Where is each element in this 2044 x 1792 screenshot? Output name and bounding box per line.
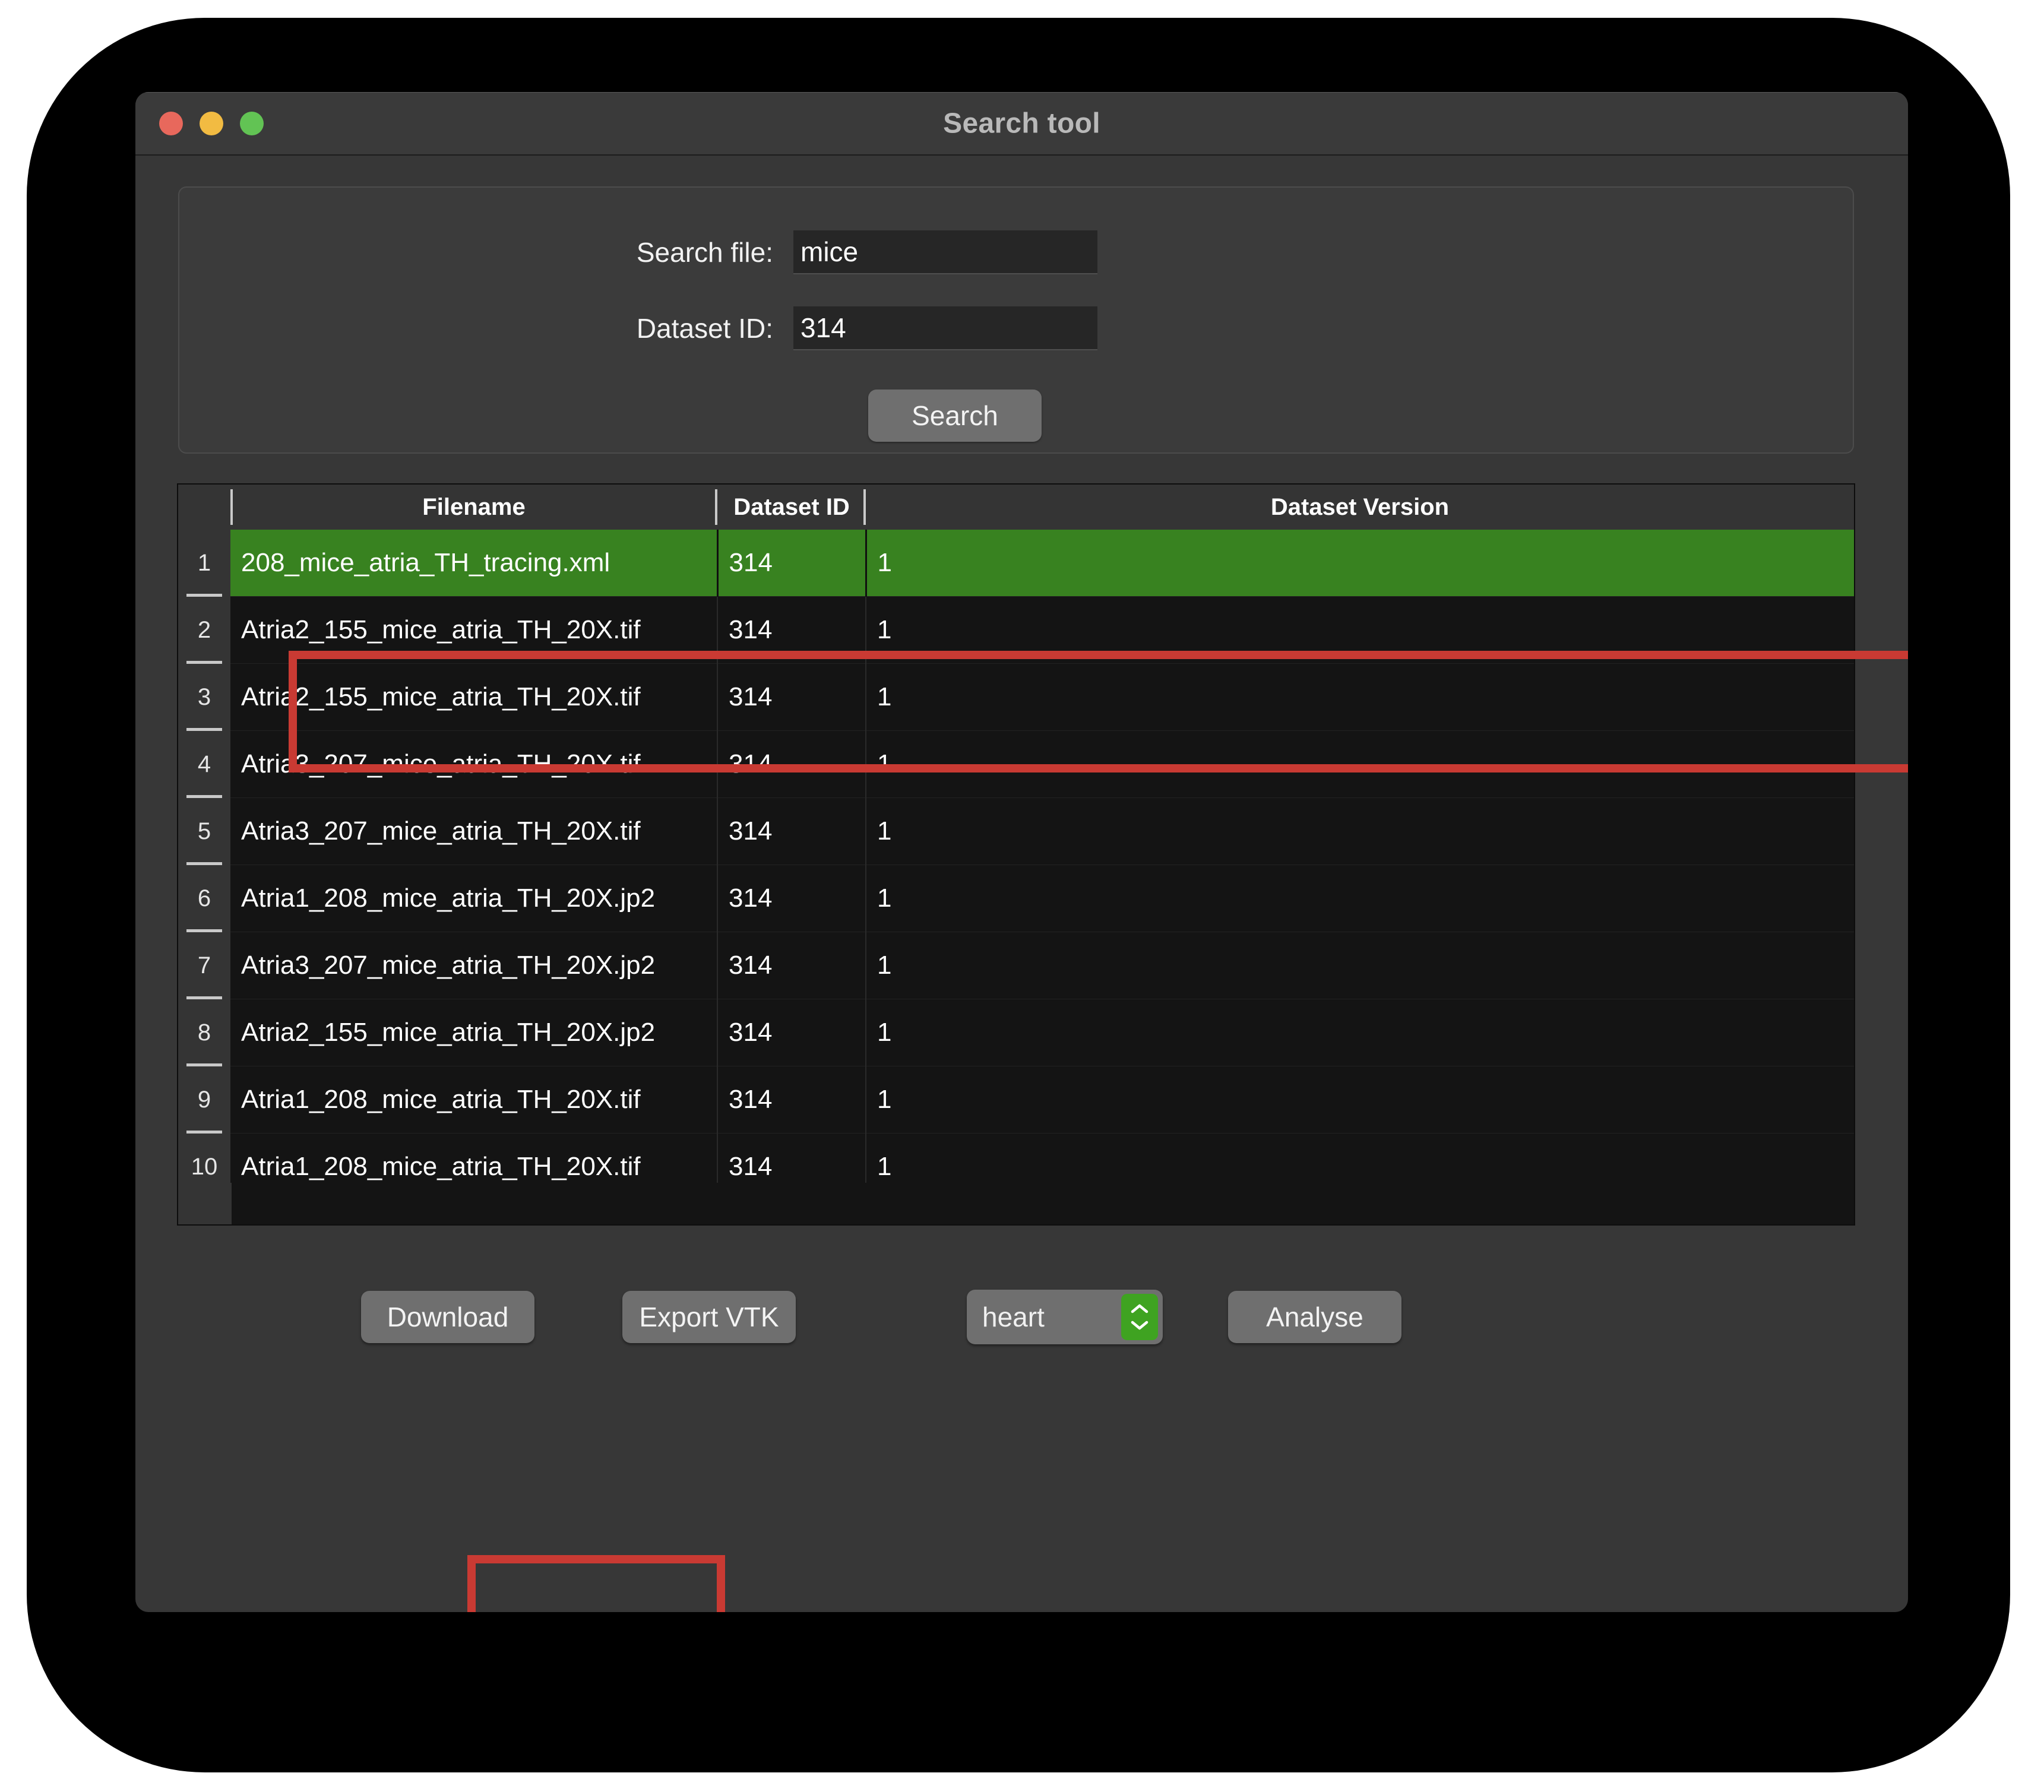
table-row[interactable]: 1 208_mice_atria_TH_tracing.xml 314 1 [178,530,1854,597]
cell-dataset-version[interactable]: 1 [865,596,1854,664]
table-row[interactable]: 4 Atria3_207_mice_atria_TH_20X.tif 314 1 [178,730,1854,798]
cell-dataset-id[interactable]: 314 [717,999,866,1066]
results-table[interactable]: Filename Dataset ID Dataset Version 1 208… [177,483,1855,1226]
cell-dataset-id[interactable]: 314 [717,797,866,865]
column-header-label: Dataset Version [1270,493,1450,520]
cell-dataset-id[interactable]: 314 [717,865,866,932]
cell-dataset-version[interactable]: 1 [865,530,1854,597]
cell-filename[interactable]: Atria3_207_mice_atria_TH_20X.jp2 [230,932,717,999]
table-row[interactable]: 3 Atria2_155_mice_atria_TH_20X.tif 314 1 [178,663,1854,731]
cell-dataset-version[interactable]: 1 [865,730,1854,798]
cell-filename[interactable]: Atria2_155_mice_atria_TH_20X.tif [230,663,717,731]
cell-filename[interactable]: Atria1_208_mice_atria_TH_20X.jp2 [230,865,717,932]
column-header-filename[interactable]: Filename [230,485,717,530]
row-number-cell[interactable]: 1 [178,530,230,597]
table-row[interactable]: 9 Atria1_208_mice_atria_TH_20X.tif 314 1 [178,1066,1854,1134]
search-file-input[interactable] [793,230,1097,274]
cell-dataset-id[interactable]: 314 [717,663,866,731]
cell-dataset-id[interactable]: 314 [717,596,866,664]
table-row[interactable]: 2 Atria2_155_mice_atria_TH_20X.tif 314 1 [178,596,1854,664]
window-titlebar: Search tool [135,92,1908,156]
cell-dataset-version[interactable]: 1 [865,797,1854,865]
dataset-id-label: Dataset ID: [636,313,773,344]
row-number-cell[interactable]: 5 [178,797,230,865]
download-button[interactable]: Download [361,1291,534,1343]
search-form-groupbox: Search file: Dataset ID: Search [178,186,1854,454]
row-number-cell[interactable]: 7 [178,932,230,999]
dataset-id-row: Dataset ID: [559,306,1097,350]
column-header-dataset-id[interactable]: Dataset ID [717,485,866,530]
row-number-cell[interactable]: 8 [178,999,230,1066]
page-title: Search tool [943,107,1100,140]
cell-filename[interactable]: Atria3_207_mice_atria_TH_20X.tif [230,797,717,865]
cell-dataset-id[interactable]: 314 [717,932,866,999]
analyse-button[interactable]: Analyse [1228,1291,1401,1343]
column-header-label: Dataset ID [733,493,850,520]
row-number-header [178,485,230,530]
cell-filename[interactable]: Atria3_207_mice_atria_TH_20X.tif [230,730,717,798]
table-gutter-filler [178,1183,233,1224]
chevron-up-down-icon[interactable] [1121,1294,1158,1340]
cell-filename[interactable]: Atria2_155_mice_atria_TH_20X.jp2 [230,999,717,1066]
cell-dataset-version[interactable]: 1 [865,932,1854,999]
search-file-label: Search file: [636,237,773,268]
cell-dataset-version[interactable]: 1 [865,663,1854,731]
row-number-cell[interactable]: 4 [178,730,230,798]
row-number-cell[interactable]: 9 [178,1066,230,1134]
table-row[interactable]: 5 Atria3_207_mice_atria_TH_20X.tif 314 1 [178,797,1854,865]
column-divider-icon[interactable] [230,489,233,525]
search-tool-window: Search tool Search file: Dataset ID: Sea… [135,92,1908,1612]
cell-filename[interactable]: Atria1_208_mice_atria_TH_20X.tif [230,1066,717,1134]
cell-dataset-version[interactable]: 1 [865,1066,1854,1134]
cell-filename[interactable]: Atria2_155_mice_atria_TH_20X.tif [230,596,717,664]
table-row[interactable]: 8 Atria2_155_mice_atria_TH_20X.jp2 314 1 [178,999,1854,1066]
column-header-label: Filename [422,493,526,520]
row-number-cell[interactable]: 3 [178,663,230,731]
search-button[interactable]: Search [868,390,1042,442]
column-header-dataset-version[interactable]: Dataset Version [866,485,1854,530]
window-content: Search file: Dataset ID: Search [135,156,1908,1612]
search-file-row: Search file: [559,230,1097,274]
table-header-row: Filename Dataset ID Dataset Version [178,485,1854,530]
table-body: 1 208_mice_atria_TH_tracing.xml 314 1 2 Atria… [178,530,1854,1224]
organ-select-dropdown[interactable]: heart [967,1290,1163,1344]
organ-select-value: heart [982,1302,1045,1332]
cell-dataset-id[interactable]: 314 [717,730,866,798]
cell-dataset-id[interactable]: 314 [716,530,866,597]
cell-filename[interactable]: 208_mice_atria_TH_tracing.xml [230,530,717,597]
bottom-toolbar: Download Export VTK heart Analyse [135,1272,1908,1361]
dataset-id-input[interactable] [793,306,1097,350]
export-vtk-button[interactable]: Export VTK [622,1291,796,1343]
cell-dataset-version[interactable]: 1 [865,865,1854,932]
cell-dataset-id[interactable]: 314 [717,1066,866,1134]
row-number-cell[interactable]: 6 [178,865,230,932]
table-empty-filler [232,1183,1854,1224]
table-row[interactable]: 7 Atria3_207_mice_atria_TH_20X.jp2 314 1 [178,932,1854,999]
cell-dataset-version[interactable]: 1 [865,999,1854,1066]
table-row[interactable]: 6 Atria1_208_mice_atria_TH_20X.jp2 314 1 [178,865,1854,932]
row-number-cell[interactable]: 2 [178,596,230,664]
